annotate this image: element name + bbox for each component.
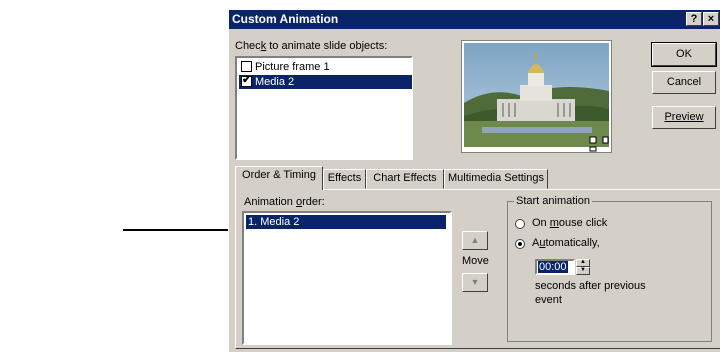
object-item-media-2[interactable]: ✔ Media 2 bbox=[239, 74, 412, 89]
tab-multimedia-settings[interactable]: Multimedia Settings bbox=[444, 169, 548, 189]
move-label: Move bbox=[462, 255, 489, 267]
close-icon[interactable]: × bbox=[703, 12, 719, 26]
checkbox-media-2[interactable]: ✔ bbox=[241, 74, 252, 87]
title-bar: Custom Animation ? × bbox=[229, 10, 720, 29]
animation-order-list[interactable]: 1. Media 2 bbox=[242, 211, 452, 345]
list-item[interactable]: 1. Media 2 bbox=[246, 215, 446, 229]
time-delay-value: 00:00 bbox=[538, 261, 568, 273]
custom-animation-dialog: Custom Animation ? × Check to animate sl… bbox=[228, 9, 720, 352]
spin-down-icon[interactable]: ▼ bbox=[576, 267, 590, 275]
objects-list[interactable]: Picture frame 1 ✔ Media 2 bbox=[235, 56, 413, 160]
slide-preview bbox=[461, 40, 612, 153]
radio-selected-dot bbox=[518, 242, 522, 246]
tab-effects[interactable]: Effects bbox=[323, 169, 366, 189]
down-arrow-icon: ▼ bbox=[470, 277, 480, 287]
checkmark-icon: ✔ bbox=[242, 74, 252, 86]
spin-up-icon[interactable]: ▲ bbox=[576, 259, 590, 267]
ok-button[interactable]: OK bbox=[651, 42, 717, 67]
checkbox-picture-frame[interactable] bbox=[241, 61, 252, 72]
capitol-preview-image bbox=[464, 43, 609, 152]
on-mouse-click-radio[interactable] bbox=[515, 219, 525, 229]
tab-chart-effects[interactable]: Chart Effects bbox=[366, 169, 444, 189]
automatically-radio[interactable] bbox=[515, 239, 525, 249]
preview-button[interactable]: Preview bbox=[652, 106, 716, 129]
move-up-button[interactable]: ▲ bbox=[462, 231, 488, 250]
seconds-label-line1: seconds after previous bbox=[535, 280, 646, 292]
seconds-label-line2: event bbox=[535, 294, 562, 306]
automatically-label[interactable]: Automatically, bbox=[532, 237, 600, 249]
on-mouse-click-label[interactable]: On mouse click bbox=[532, 217, 607, 229]
help-icon[interactable]: ? bbox=[686, 12, 702, 26]
time-delay-input[interactable]: 00:00 bbox=[535, 259, 575, 275]
objects-label: Check to animate slide objects: bbox=[235, 40, 388, 52]
object-item-picture-frame[interactable]: Picture frame 1 bbox=[239, 60, 412, 74]
move-down-button[interactable]: ▼ bbox=[462, 273, 488, 292]
up-arrow-icon: ▲ bbox=[470, 235, 480, 245]
start-animation-label: Start animation bbox=[514, 195, 592, 207]
time-spinner[interactable]: ▲ ▼ bbox=[576, 259, 590, 275]
animation-order-label: Animation order: bbox=[244, 196, 325, 208]
cancel-button[interactable]: Cancel bbox=[652, 71, 716, 94]
window-title: Custom Animation bbox=[232, 12, 339, 26]
tab-order-timing[interactable]: Order & Timing bbox=[235, 166, 323, 190]
